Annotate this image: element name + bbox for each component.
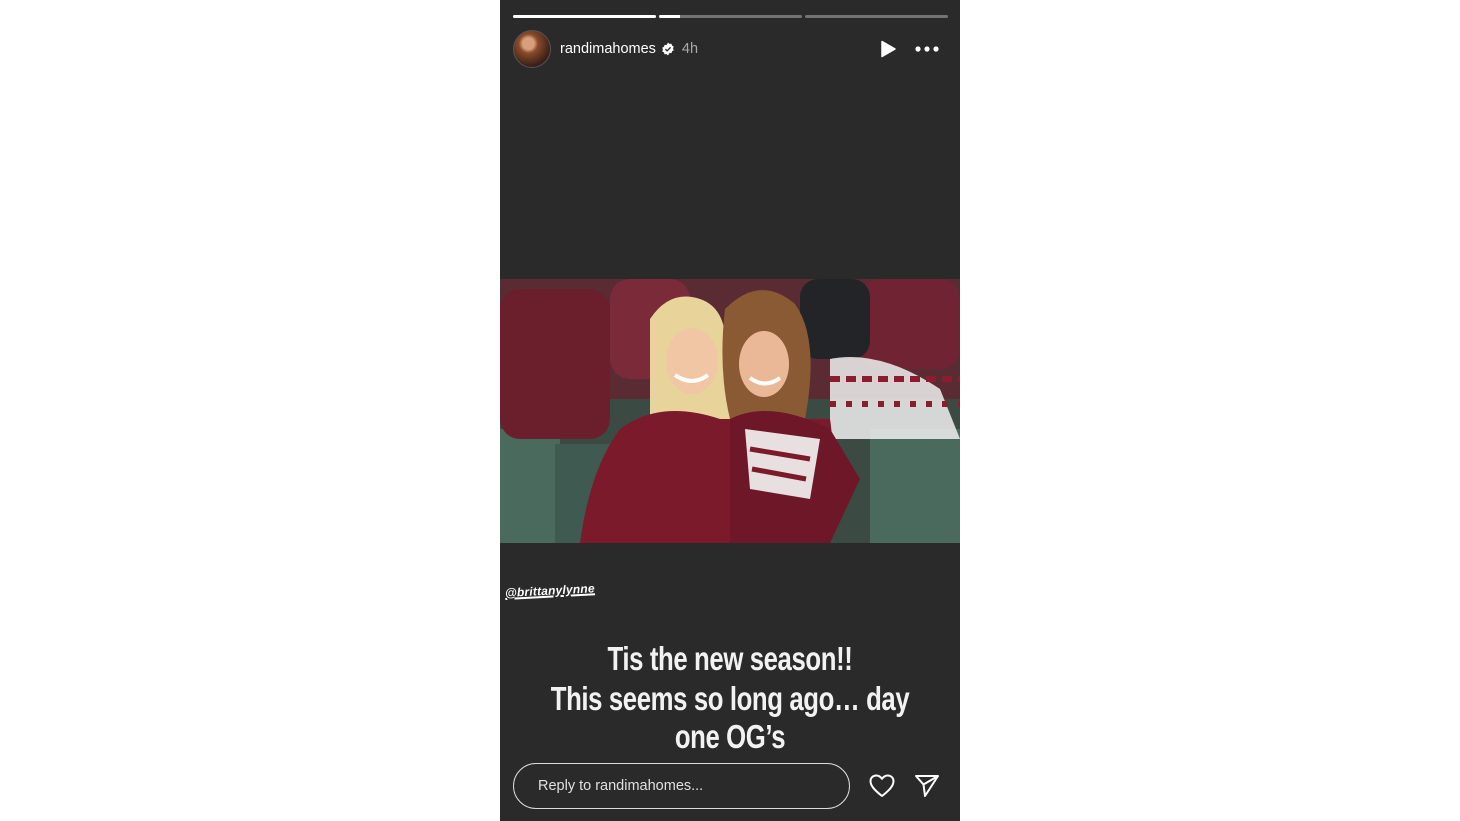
share-button[interactable]: [914, 774, 940, 798]
username[interactable]: randimahomes: [560, 41, 656, 57]
avatar[interactable]: [513, 30, 551, 68]
more-options-icon: [915, 46, 939, 52]
play-icon: [880, 40, 896, 58]
story-viewer: randimahomes 4h @brittanylynne Tis the n…: [500, 0, 960, 821]
more-options-button[interactable]: [914, 37, 940, 61]
play-button[interactable]: [876, 37, 900, 61]
progress-segment: [513, 15, 656, 18]
story-progress-bar: [513, 15, 948, 18]
like-button[interactable]: [869, 774, 895, 798]
story-photo: [500, 279, 960, 543]
send-icon: [915, 775, 939, 797]
reply-field[interactable]: [513, 763, 850, 809]
reply-input[interactable]: [536, 777, 849, 795]
progress-segment: [659, 15, 802, 18]
caption-line: This seems so long ago… day one OG’s: [550, 680, 910, 755]
progress-fill: [659, 15, 681, 18]
caption-line: Tis the new season!!: [607, 640, 853, 677]
timestamp: 4h: [681, 41, 699, 57]
heart-icon: [869, 774, 895, 797]
progress-fill: [513, 15, 656, 18]
verified-badge-icon: [662, 42, 674, 56]
progress-segment: [805, 15, 948, 18]
mention-sticker[interactable]: @brittanylynne: [505, 581, 595, 600]
story-header: randimahomes 4h: [513, 30, 948, 68]
